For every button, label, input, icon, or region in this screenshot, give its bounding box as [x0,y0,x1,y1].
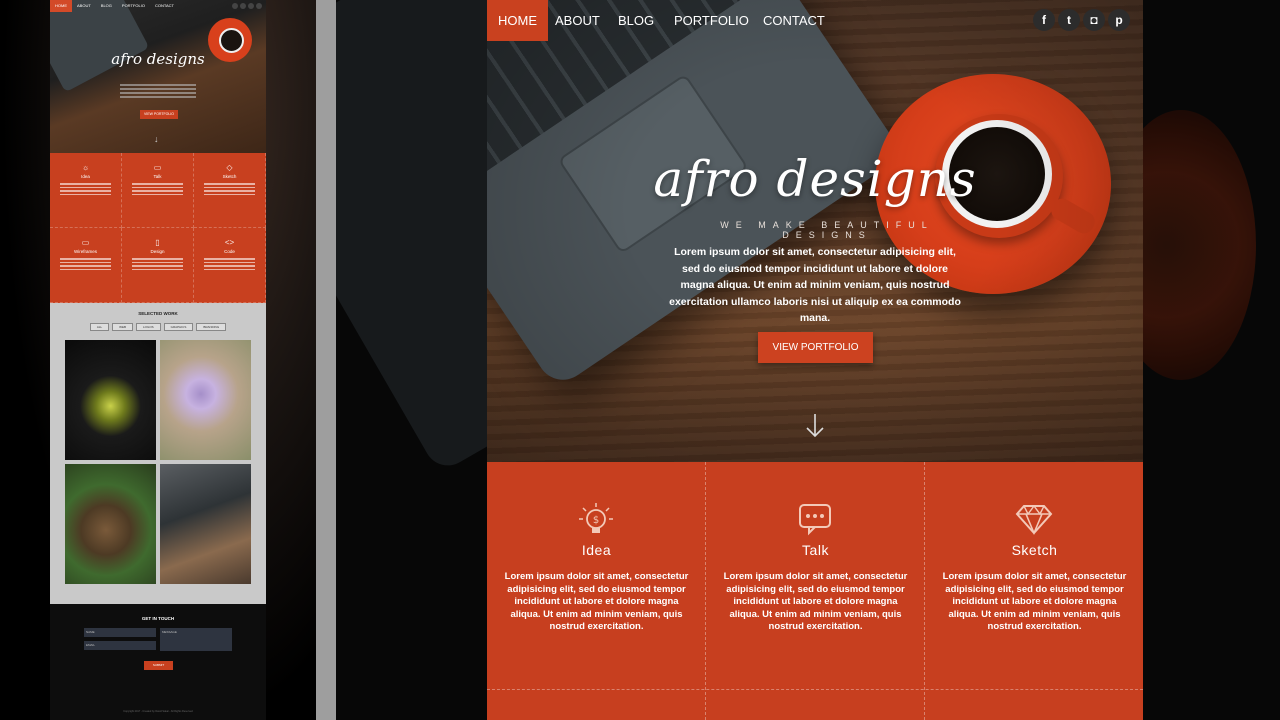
services-section: $ Idea Lorem ipsum dolor sit amet, conse… [487,462,1143,720]
mini-down-arrow-icon[interactable]: ↓ [154,134,159,144]
mini-filter-branding[interactable]: BRANDING [196,323,227,331]
mini-nav-about[interactable]: ABOUT [72,0,96,12]
service-title: Sketch [1011,542,1058,558]
page-preview: HOME ABOUT BLOG PORTFOLIO CONTACT f t ◘ … [487,0,1143,720]
mini-nav-portfolio[interactable]: PORTFOLIO [117,0,150,12]
hero: HOME ABOUT BLOG PORTFOLIO CONTACT f t ◘ … [487,0,1143,462]
mini-contact-form: NAME EMAIL MESSAGE [84,628,232,651]
mini-chat-icon: ▭ [153,163,162,172]
mini-service: ▯ Design [122,228,194,303]
service-desc: Lorem ipsum dolor sit amet, consectetur … [723,571,908,632]
mini-service: <> Code [194,228,266,303]
mini-filter-logos[interactable]: LOGOS [136,323,161,331]
service-desc: Lorem ipsum dolor sit amet, consectetur … [942,571,1127,632]
chat-icon [799,504,831,536]
mini-twitter-icon[interactable] [240,3,246,9]
mini-footer: Copyright 2017 - Created by David Sakal … [123,710,193,713]
service-sketch: Sketch Lorem ipsum dolor sit amet, conse… [925,462,1143,720]
mini-monitor-icon: ▭ [81,238,90,247]
mini-diamond-icon: ◇ [226,163,233,172]
mini-message-field[interactable]: MESSAGE [160,628,232,651]
work-thumb-owl[interactable] [65,464,156,584]
work-thumb-splash[interactable] [65,340,156,460]
mini-work-heading: SELECTED WORK [138,311,178,316]
down-arrow-icon[interactable] [804,412,826,440]
main-nav: HOME ABOUT BLOG PORTFOLIO CONTACT f t ◘ … [487,0,1143,41]
mini-laptop-image [50,0,150,93]
mini-service-title: Code [224,249,235,254]
facebook-icon[interactable]: f [1033,9,1055,31]
twitter-icon[interactable]: t [1058,9,1080,31]
services-row-divider [487,689,1143,690]
mini-hero: HOME ABOUT BLOG PORTFOLIO CONTACT afro d… [50,0,266,153]
service-desc: Lorem ipsum dolor sit amet, consectetur … [504,571,689,632]
mini-service: ▭ Wireframes [50,228,122,303]
mini-logo: afro designs [111,50,205,68]
mini-facebook-icon[interactable] [232,3,238,9]
nav-contact[interactable]: CONTACT [752,0,836,41]
svg-text:$: $ [593,515,599,526]
mini-nav-blog[interactable]: BLOG [96,0,117,12]
mini-cta-button[interactable]: VIEW PORTFOLIO [140,110,178,119]
mini-service-title: Design [150,249,165,254]
work-thumb-phone[interactable] [160,464,251,584]
mini-nav-home[interactable]: HOME [50,0,72,12]
mini-work-grid [65,340,251,584]
diamond-icon [1015,504,1053,536]
mini-contact-heading: GET IN TOUCH [141,616,175,621]
service-title: Idea [581,542,612,558]
mini-social-icons [232,3,262,9]
service-talk: Talk Lorem ipsum dolor sit amet, consect… [706,462,925,720]
mini-service-title: Sketch [222,174,237,179]
service-title: Talk [802,542,829,558]
mini-lightbulb-icon: ☼ [81,163,90,172]
mini-filter-web[interactable]: WEB [112,323,133,331]
mini-instagram-icon[interactable] [248,3,254,9]
mini-filters: ALL WEB LOGOS GRAPHICS BRANDING [50,323,266,331]
hero-text: Lorem ipsum dolor sit amet, consectetur … [669,246,961,324]
mini-selected-work: SELECTED WORK ALL WEB LOGOS GRAPHICS BRA… [50,303,266,604]
mini-code-icon: <> [224,238,235,247]
mini-service-title: Idea [81,174,90,179]
mini-filter-all[interactable]: ALL [89,323,110,331]
nav-blog[interactable]: BLOG [607,0,665,41]
nav-home[interactable]: HOME [487,0,548,41]
mini-contact: GET IN TOUCH NAME EMAIL MESSAGE SUBMIT C… [50,604,266,720]
mini-filter-graphics[interactable]: GRAPHICS [163,323,194,331]
mini-service: ☼ Idea [50,153,122,228]
mini-pinterest-icon[interactable] [256,3,262,9]
mini-service: ▭ Talk [122,153,194,228]
mini-email-field[interactable]: EMAIL [84,641,156,650]
tagline: WE MAKE BEAUTIFUL DESIGNS [720,220,934,240]
brand-logo: afro designs [653,150,977,208]
pinterest-icon[interactable]: p [1108,9,1130,31]
view-portfolio-button[interactable]: VIEW PORTFOLIO [758,332,873,363]
lightbulb-icon: $ [579,503,613,533]
mini-page-preview: HOME ABOUT BLOG PORTFOLIO CONTACT afro d… [50,0,266,604]
nav-portfolio[interactable]: PORTFOLIO [663,0,760,41]
mini-design-icon: ▯ [155,238,160,247]
mini-service-title: Wireframes [73,249,97,254]
mini-hero-text [120,82,196,100]
mini-services: ☼ Idea ▭ Talk ◇ Sketch ▭ Wireframes ▯ Design … [50,153,266,303]
mini-submit-button[interactable]: SUBMIT [144,661,173,670]
mini-name-field[interactable]: NAME [84,628,156,637]
work-thumb-flower[interactable] [160,340,251,460]
service-idea: $ Idea Lorem ipsum dolor sit amet, conse… [487,462,706,720]
nav-about[interactable]: ABOUT [544,0,611,41]
mini-service: ◇ Sketch [194,153,266,228]
mini-nav-contact[interactable]: CONTACT [150,0,179,12]
mini-service-title: Talk [153,174,162,179]
divider [316,0,336,720]
instagram-icon[interactable]: ◘ [1083,9,1105,31]
